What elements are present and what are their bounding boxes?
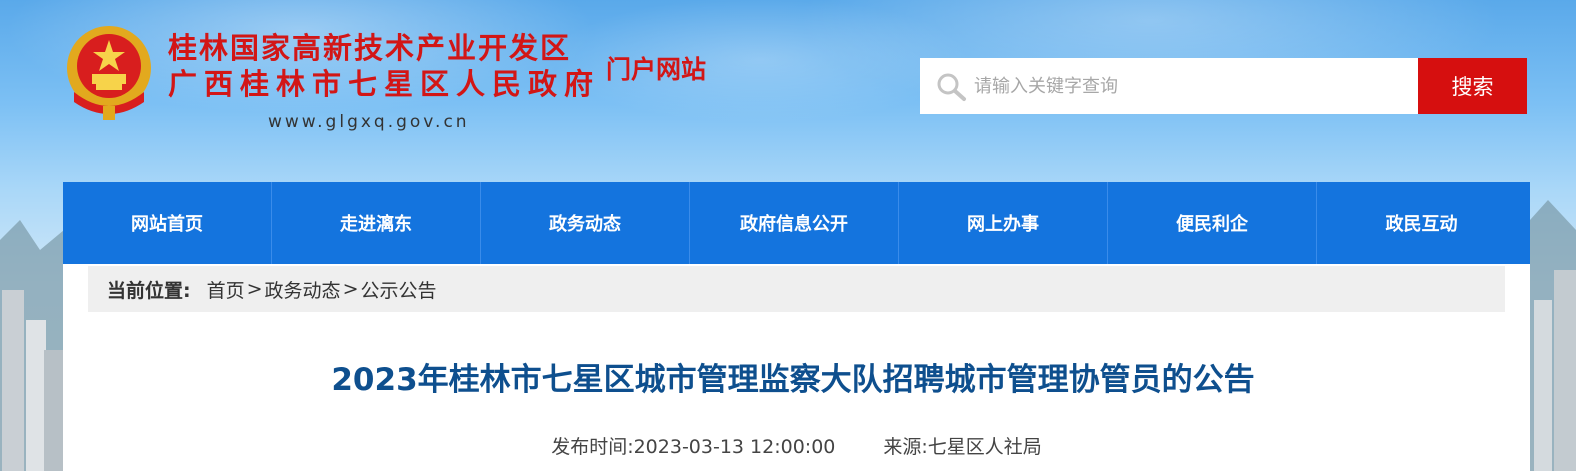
search-box <box>920 58 1418 114</box>
nav-item-information-disclosure[interactable]: 政府信息公开 <box>690 182 899 264</box>
breadcrumb-separator: > <box>342 278 359 300</box>
search-button[interactable]: 搜索 <box>1418 58 1527 114</box>
breadcrumb-link-home[interactable]: 首页 <box>207 276 245 303</box>
nav-item-government-news[interactable]: 政务动态 <box>481 182 690 264</box>
portal-label: 门户网站 <box>606 55 707 84</box>
publish-time-label: 发布时间: <box>551 436 634 458</box>
source-label: 来源: <box>883 436 928 458</box>
site-url: www.glgxq.gov.cn <box>268 112 470 132</box>
nav-item-interaction[interactable]: 政民互动 <box>1317 182 1526 264</box>
breadcrumb-link-government-news[interactable]: 政务动态 <box>265 276 341 303</box>
city-scenery-left <box>0 220 64 471</box>
breadcrumb-separator: > <box>246 278 263 300</box>
search-input[interactable] <box>974 58 1404 114</box>
site-title-line1: 桂林国家高新技术产业开发区 <box>168 31 572 65</box>
breadcrumb-label: 当前位置: <box>107 279 191 302</box>
nav-item-online-services[interactable]: 网上办事 <box>899 182 1108 264</box>
content-panel: 当前位置: 首页 > 政务动态 > 公示公告 2023年桂林市七星区城市管理监察… <box>63 264 1530 471</box>
national-emblem-icon <box>67 26 151 120</box>
main-nav: 网站首页 走进漓东 政务动态 政府信息公开 网上办事 便民利企 政民互动 <box>63 182 1530 264</box>
publish-time: 2023-03-13 12:00:00 <box>633 436 836 458</box>
nav-item-public-convenience[interactable]: 便民利企 <box>1108 182 1317 264</box>
city-scenery-right <box>1530 200 1576 471</box>
nav-item-home[interactable]: 网站首页 <box>63 182 272 264</box>
site-title: 桂林国家高新技术产业开发区 广西桂林市七星区人民政府 <box>168 30 600 102</box>
site-title-line2: 广西桂林市七星区人民政府 <box>168 67 601 101</box>
breadcrumb: 当前位置: 首页 > 政务动态 > 公示公告 <box>88 266 1505 312</box>
breadcrumb-link-announcements[interactable]: 公示公告 <box>360 276 436 303</box>
article-meta: 发布时间:2023-03-13 12:00:00 来源:七星区人社局 <box>63 432 1530 459</box>
search-icon <box>937 73 966 101</box>
nav-item-about[interactable]: 走进漓东 <box>272 182 481 264</box>
article-title: 2023年桂林市七星区城市管理监察大队招聘城市管理协管员的公告 <box>331 362 1255 398</box>
source-value: 七星区人社局 <box>927 436 1042 458</box>
